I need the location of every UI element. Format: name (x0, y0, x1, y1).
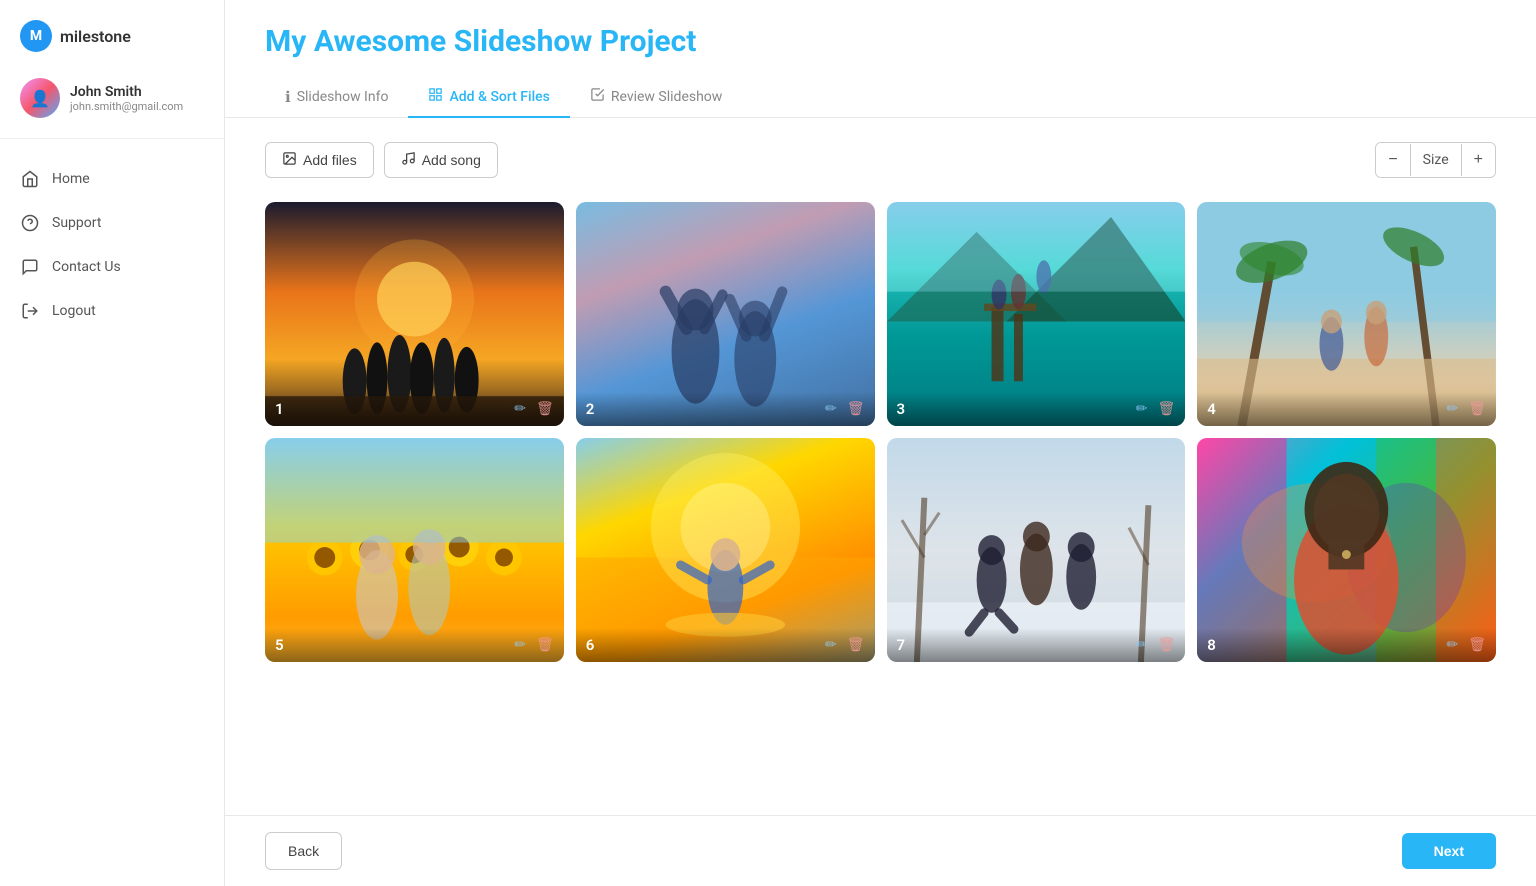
user-name: John Smith (70, 84, 183, 100)
user-email: john.smith@gmail.com (70, 100, 183, 113)
size-control: − Size + (1375, 142, 1496, 178)
card-number-8: 8 (1207, 636, 1216, 654)
card-number-6: 6 (586, 636, 595, 654)
card-number-4: 4 (1207, 400, 1216, 418)
size-increase-button[interactable]: + (1462, 143, 1495, 177)
card-actions-3: ✏ 🗑 (1136, 401, 1176, 417)
image-card-4[interactable]: 4 ✏ 🗑 (1197, 202, 1496, 426)
content-area: Add files Add song − Size + (225, 118, 1536, 815)
main-header: My Awesome Slideshow Project ℹ Slideshow… (225, 0, 1536, 118)
delete-icon-6[interactable]: 🗑 (847, 637, 865, 653)
image-card-5[interactable]: 5 ✏ 🗑 (265, 438, 564, 662)
card-footer-8: 8 ✏ 🗑 (1197, 628, 1496, 662)
image-icon (282, 151, 297, 169)
tab-review-slideshow[interactable]: Review Slideshow (570, 77, 742, 118)
edit-icon-1[interactable]: ✏ (514, 401, 526, 417)
sidebar-item-home-label: Home (52, 171, 90, 187)
size-label: Size (1410, 144, 1462, 176)
user-info: John Smith john.smith@gmail.com (70, 84, 183, 113)
edit-icon-6[interactable]: ✏ (825, 637, 837, 653)
home-icon (20, 169, 40, 189)
grid-icon (428, 87, 443, 106)
sidebar-item-contact-us[interactable]: Contact Us (0, 247, 224, 287)
card-footer-1: 1 ✏ 🗑 (265, 392, 564, 426)
support-icon (20, 213, 40, 233)
edit-icon-7[interactable]: ✏ (1136, 637, 1148, 653)
toolbar: Add files Add song − Size + (265, 142, 1496, 178)
sidebar-item-support-label: Support (52, 215, 101, 231)
edit-icon-4[interactable]: ✏ (1446, 401, 1458, 417)
logout-icon (20, 301, 40, 321)
card-footer-2: 2 ✏ 🗑 (576, 392, 875, 426)
back-button[interactable]: Back (265, 832, 342, 870)
card-number-2: 2 (586, 400, 595, 418)
delete-icon-4[interactable]: 🗑 (1468, 401, 1486, 417)
tab-slideshow-info[interactable]: ℹ Slideshow Info (265, 77, 408, 118)
card-footer-5: 5 ✏ 🗑 (265, 628, 564, 662)
add-files-button[interactable]: Add files (265, 142, 374, 178)
card-number-7: 7 (897, 636, 906, 654)
sidebar: M milestone 👤 John Smith john.smith@gmai… (0, 0, 225, 886)
sidebar-item-home[interactable]: Home (0, 159, 224, 199)
app-name: milestone (60, 27, 131, 46)
card-number-5: 5 (275, 636, 284, 654)
card-actions-7: ✏ 🗑 (1136, 637, 1176, 653)
toolbar-left: Add files Add song (265, 142, 498, 178)
image-card-1[interactable]: 1 ✏ 🗑 (265, 202, 564, 426)
card-footer-4: 4 ✏ 🗑 (1197, 392, 1496, 426)
sidebar-item-contact-label: Contact Us (52, 259, 121, 275)
avatar: 👤 (20, 78, 60, 118)
review-icon (590, 87, 605, 106)
tab-add-sort-files[interactable]: Add & Sort Files (408, 77, 569, 118)
sidebar-item-support[interactable]: Support (0, 203, 224, 243)
chat-icon (20, 257, 40, 277)
card-footer-6: 6 ✏ 🗑 (576, 628, 875, 662)
card-actions-4: ✏ 🗑 (1446, 401, 1486, 417)
edit-icon-5[interactable]: ✏ (514, 637, 526, 653)
footer: Back Next (225, 815, 1536, 886)
info-icon: ℹ (285, 88, 291, 106)
card-actions-5: ✏ 🗑 (514, 637, 554, 653)
app-logo: M milestone (0, 0, 224, 68)
delete-icon-7[interactable]: 🗑 (1157, 637, 1175, 653)
delete-icon-1[interactable]: 🗑 (536, 401, 554, 417)
image-card-3[interactable]: 3 ✏ 🗑 (887, 202, 1186, 426)
card-actions-1: ✏ 🗑 (514, 401, 554, 417)
logo-icon: M (20, 20, 52, 52)
sidebar-item-logout-label: Logout (52, 303, 96, 319)
music-icon (401, 151, 416, 169)
card-actions-2: ✏ 🗑 (825, 401, 865, 417)
edit-icon-8[interactable]: ✏ (1446, 637, 1458, 653)
card-actions-8: ✏ 🗑 (1446, 637, 1486, 653)
size-decrease-button[interactable]: − (1376, 143, 1409, 177)
image-card-6[interactable]: 6 ✏ 🗑 (576, 438, 875, 662)
delete-icon-3[interactable]: 🗑 (1157, 401, 1175, 417)
project-title: My Awesome Slideshow Project (265, 24, 1496, 59)
image-card-2[interactable]: 2 ✏ 🗑 (576, 202, 875, 426)
delete-icon-2[interactable]: 🗑 (847, 401, 865, 417)
edit-icon-2[interactable]: ✏ (825, 401, 837, 417)
sidebar-item-logout[interactable]: Logout (0, 291, 224, 331)
delete-icon-8[interactable]: 🗑 (1468, 637, 1486, 653)
next-button[interactable]: Next (1402, 833, 1496, 869)
card-footer-7: 7 ✏ 🗑 (887, 628, 1186, 662)
image-card-7[interactable]: 7 ✏ 🗑 (887, 438, 1186, 662)
delete-icon-5[interactable]: 🗑 (536, 637, 554, 653)
edit-icon-3[interactable]: ✏ (1136, 401, 1148, 417)
image-card-8[interactable]: 8 ✏ 🗑 (1197, 438, 1496, 662)
card-footer-3: 3 ✏ 🗑 (887, 392, 1186, 426)
image-grid: 1 ✏ 🗑 (265, 202, 1496, 662)
card-number-3: 3 (897, 400, 906, 418)
card-number-1: 1 (275, 400, 284, 418)
user-profile: 👤 John Smith john.smith@gmail.com (0, 68, 224, 139)
card-actions-6: ✏ 🗑 (825, 637, 865, 653)
tab-bar: ℹ Slideshow Info Add & Sort Files (265, 77, 1496, 117)
sidebar-nav: Home Support Contact Us (0, 139, 224, 351)
main-content: My Awesome Slideshow Project ℹ Slideshow… (225, 0, 1536, 886)
add-song-button[interactable]: Add song (384, 142, 498, 178)
